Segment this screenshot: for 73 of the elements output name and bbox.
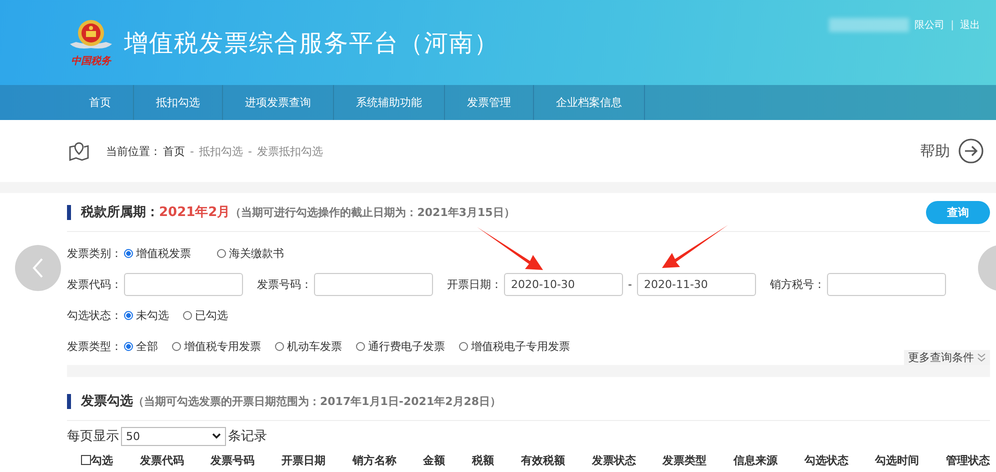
column-header: 发票状态 <box>592 452 636 468</box>
radio-icon[interactable] <box>124 249 133 258</box>
column-header: 勾选时间 <box>875 452 920 468</box>
section-note: （当期可勾选发票的开票日期范围为：2017年1月1日-2021年2月28日） <box>133 394 502 408</box>
input-field[interactable]: 2020-11-30 <box>636 273 756 296</box>
chevron-down-icon <box>977 353 986 362</box>
arrow-right-circle-icon[interactable] <box>958 138 984 164</box>
breadcrumb-link[interactable]: 抵扣勾选 <box>198 144 243 158</box>
breadcrumb-link[interactable]: 首页 <box>163 144 185 158</box>
column-header: 税额 <box>472 452 494 468</box>
radio-option[interactable]: 未勾选 <box>124 308 169 323</box>
section-title: 发票勾选 <box>81 393 133 410</box>
select-all-checkbox[interactable]: 勾选 <box>81 452 113 468</box>
nav-item[interactable]: 抵扣勾选 <box>134 85 223 120</box>
radio-icon[interactable] <box>217 249 226 258</box>
breadcrumb-separator: - <box>248 144 252 158</box>
input-field[interactable] <box>826 273 946 296</box>
period-value: 2021年2月 <box>159 204 230 221</box>
nav-item[interactable]: 首页 <box>80 85 134 120</box>
radio-icon[interactable] <box>356 342 365 351</box>
breadcrumb-separator: - <box>190 144 194 158</box>
page-size-select[interactable]: 50 <box>121 426 226 446</box>
radio-option[interactable]: 增值税发票 <box>124 246 191 261</box>
period-note: （当期可进行勾选操作的截止日期为：2021年3月15日） <box>230 204 515 220</box>
field-label: 勾选状态： <box>67 308 122 323</box>
range-separator: - <box>628 278 632 291</box>
column-header: 金额 <box>423 452 446 468</box>
field-label: 发票代码： <box>67 277 122 292</box>
column-header: 有效税额 <box>520 452 565 468</box>
section-title: 税款所属期： <box>81 204 159 221</box>
radio-icon[interactable] <box>124 311 133 320</box>
column-header: 发票号码 <box>210 452 255 468</box>
column-header: 开票日期 <box>282 452 326 468</box>
input-field[interactable] <box>124 273 243 296</box>
column-header: 发票类型 <box>662 452 707 468</box>
radio-icon[interactable] <box>459 342 468 351</box>
radio-option[interactable]: 增值税专用发票 <box>172 339 261 354</box>
field-label: 发票号码： <box>257 277 312 292</box>
radio-icon[interactable] <box>124 342 133 351</box>
radio-option[interactable]: 增值税电子专用发票 <box>459 339 570 354</box>
help-link[interactable]: 帮助 <box>920 142 950 160</box>
field-label: 销方税号： <box>770 277 825 292</box>
logo-caption: 中国税务 <box>71 54 111 68</box>
radio-option[interactable]: 机动车发票 <box>275 339 342 354</box>
radio-icon[interactable] <box>275 342 284 351</box>
more-conditions-link[interactable]: 更多查询条件 <box>904 350 990 365</box>
input-field[interactable]: 2020-10-30 <box>504 273 623 296</box>
radio-option[interactable]: 全部 <box>124 339 158 354</box>
separator: | <box>950 20 954 30</box>
column-header: 管理状态 <box>946 452 990 468</box>
caret-icon <box>212 433 221 439</box>
column-header: 勾选状态 <box>804 452 848 468</box>
breadcrumb-label: 当前位置： <box>106 144 161 158</box>
nav-item[interactable]: 进项发票查询 <box>223 85 334 120</box>
column-header: 销方名称 <box>352 452 396 468</box>
radio-icon[interactable] <box>172 342 181 351</box>
radio-option[interactable]: 通行费电子发票 <box>356 339 445 354</box>
chevron-left-icon <box>31 257 45 279</box>
radio-option[interactable]: 海关缴款书 <box>217 246 284 261</box>
page-size-label: 条记录 <box>228 428 267 445</box>
field-label: 发票类别： <box>67 246 122 261</box>
field-label: 发票类型： <box>67 339 122 354</box>
breadcrumb-link[interactable]: 发票抵扣勾选 <box>256 144 323 158</box>
field-label: 开票日期： <box>447 277 502 292</box>
map-pin-icon <box>68 141 90 161</box>
column-header: 发票代码 <box>140 452 184 468</box>
company-name: 限公司 <box>914 19 945 32</box>
input-field[interactable] <box>314 273 433 296</box>
page-size-label: 每页显示 <box>67 428 119 445</box>
column-header: 信息来源 <box>733 452 778 468</box>
radio-option[interactable]: 已勾选 <box>183 308 228 323</box>
radio-icon[interactable] <box>183 311 192 320</box>
site-title: 增值税发票综合服务平台（河南） <box>124 28 499 58</box>
